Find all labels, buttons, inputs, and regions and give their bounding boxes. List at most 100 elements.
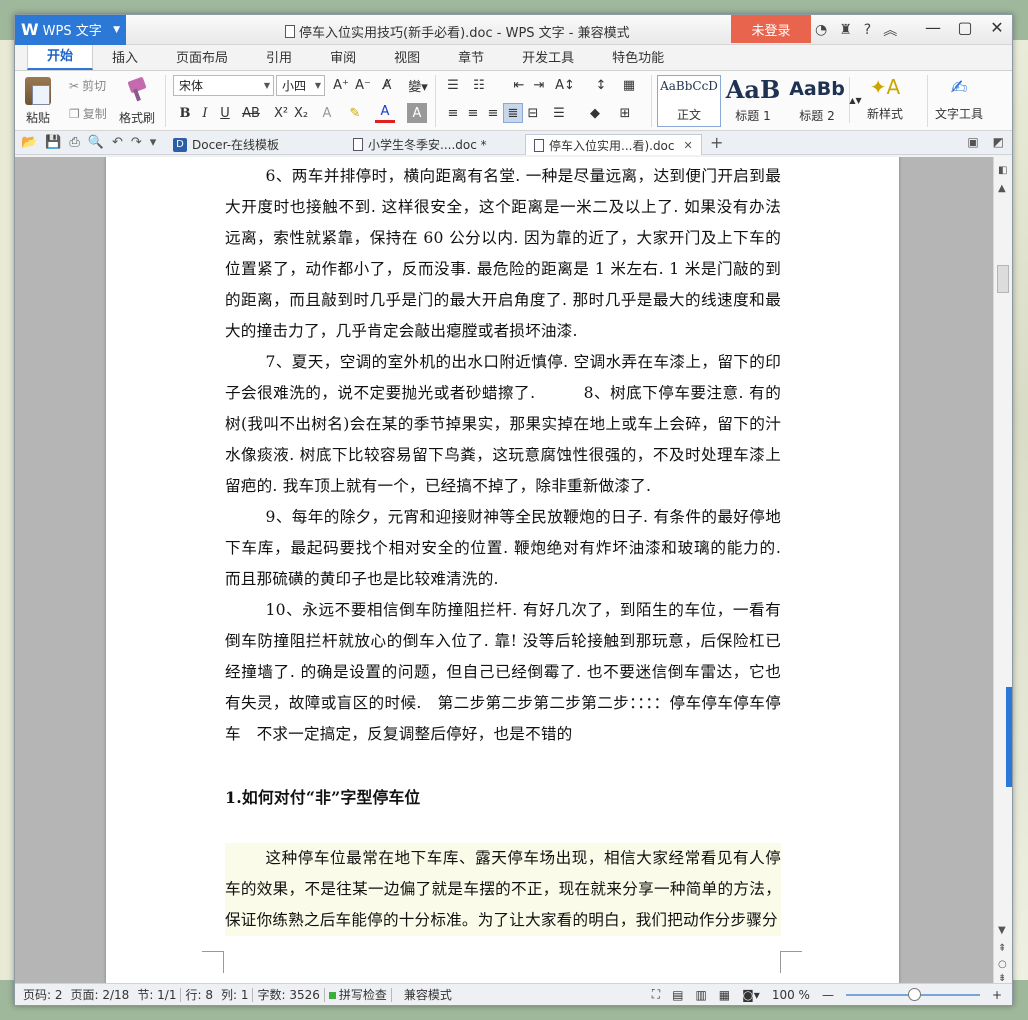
zoom-slider[interactable] (845, 987, 980, 1001)
app-menu-button[interactable]: W WPS 文字 ▼ (15, 15, 126, 45)
spell-check-toggle[interactable]: 拼写检查 (325, 986, 391, 1003)
paragraph-sort-icon[interactable]: ↕ (591, 75, 611, 95)
zoom-slider-knob[interactable] (907, 987, 921, 1001)
outline-view-icon[interactable]: ▥ (695, 988, 706, 1002)
tab-doc-parking[interactable]: 停车入位实用...看).doc ✕ (525, 134, 702, 155)
status-col[interactable]: 列: 1 (217, 986, 253, 1003)
shrink-font-icon[interactable]: A⁻ (353, 75, 373, 95)
align-center-icon[interactable]: ≡ (463, 103, 483, 123)
vertical-scrollbar[interactable]: ◧ ▲ ▼ ⇞ ○ ⇟ (993, 157, 1012, 985)
scroll-up-icon[interactable]: ▲ (998, 183, 1006, 194)
zoom-in-icon[interactable]: + (992, 988, 1002, 1002)
print-preview-icon[interactable]: 🔍 (88, 135, 104, 150)
status-section[interactable]: 节: 1/1 (133, 986, 180, 1003)
tab-list-icon[interactable]: ▣ (967, 135, 978, 149)
tab-docer[interactable]: D Docer-在线模板 (165, 134, 287, 155)
font-name-select[interactable]: 宋体 ▼ (173, 75, 274, 96)
paste-button[interactable]: 粘贴 (25, 77, 51, 126)
tool-icon[interactable]: ◧ (998, 165, 1007, 176)
border-icon[interactable]: ⊞ (615, 103, 635, 123)
fullscreen-icon[interactable]: ⛶ (652, 987, 660, 1002)
close-icon[interactable]: ✕ (988, 18, 1006, 37)
print-icon[interactable]: ⎙ (69, 135, 79, 150)
tab-references[interactable]: 引用 (247, 43, 311, 70)
section-heading: 1.如何对付“非”字型停车位 (225, 788, 421, 807)
strikethrough-icon[interactable]: AB (241, 103, 261, 123)
line-spacing-icon[interactable]: ☰ (549, 103, 569, 123)
new-style-button[interactable]: ✦A 新样式 (867, 75, 903, 122)
table-icon[interactable]: ▦ (619, 75, 639, 95)
style-heading-1[interactable]: AaB 标题 1 (723, 75, 783, 127)
style-heading-2[interactable]: AaBb 标题 2 (785, 75, 849, 127)
status-row[interactable]: 行: 8 (181, 986, 217, 1003)
style-normal[interactable]: AaBbCcD 正文 (657, 75, 721, 127)
increase-indent-icon[interactable]: ⇥ (529, 75, 549, 95)
qa-dropdown-icon[interactable]: ▾ (150, 135, 157, 150)
help-icon[interactable]: ? (864, 22, 871, 38)
prev-page-icon[interactable]: ⇞ (998, 943, 1006, 954)
tab-doc-safety[interactable]: 小学生冬季安....doc * (345, 134, 495, 155)
scroll-down-icon[interactable]: ▼ (998, 925, 1006, 936)
clear-format-icon[interactable]: A̸ (377, 75, 397, 95)
highlight-icon[interactable]: ✎ (345, 103, 365, 123)
superscript-icon[interactable]: X² (271, 103, 291, 123)
italic-icon[interactable]: I (195, 103, 215, 123)
redo-icon[interactable]: ↷ (131, 135, 142, 150)
styles-scroll-icon[interactable]: ▲▼ (849, 77, 862, 123)
document-body[interactable]: 6、两车并排停时，横向距离有名堂. 一种是尽量远离，达到便门开启到最大开度时也接… (225, 161, 781, 936)
bold-icon[interactable]: B (175, 103, 195, 123)
grow-font-icon[interactable]: A⁺ (331, 75, 351, 95)
status-page-number[interactable]: 页码: 2 (15, 986, 67, 1003)
tab-view[interactable]: 视图 (375, 43, 439, 70)
save-icon[interactable]: 💾 (45, 135, 61, 150)
side-panel-handle[interactable] (1006, 687, 1012, 787)
format-painter-button[interactable]: 格式刷 (119, 77, 155, 126)
login-button[interactable]: 未登录 (731, 15, 811, 43)
decrease-indent-icon[interactable]: ⇤ (509, 75, 529, 95)
scroll-thumb[interactable] (997, 265, 1009, 293)
zoom-out-icon[interactable]: — (822, 988, 834, 1002)
align-right-icon[interactable]: ≡ (483, 103, 503, 123)
web-view-icon[interactable]: ▦ (719, 988, 730, 1002)
pinyin-icon[interactable]: 變▾ (403, 75, 433, 95)
align-justify-icon[interactable]: ≣ (503, 103, 523, 123)
caret-down-icon: ▼ (113, 24, 120, 35)
open-icon[interactable]: 📂 (21, 135, 37, 150)
zoom-value[interactable]: 100 % (772, 988, 810, 1002)
bullet-list-icon[interactable]: ☰ (443, 75, 463, 95)
text-effect-icon[interactable]: A (317, 103, 337, 123)
tab-developer[interactable]: 开发工具 (503, 43, 593, 70)
shirt-icon[interactable]: ♜ (839, 22, 852, 38)
select-browse-icon[interactable]: ○ (998, 959, 1007, 970)
numbered-list-icon[interactable]: ☷ (469, 75, 489, 95)
tab-chapter[interactable]: 章节 (439, 43, 503, 70)
close-tab-icon[interactable]: ✕ (684, 139, 693, 152)
font-size-adjust-icon[interactable]: A↕ (555, 75, 575, 95)
page-view-icon[interactable]: ▤ (672, 988, 683, 1002)
tab-page-layout[interactable]: 页面布局 (157, 43, 247, 70)
minimize-icon[interactable]: — (924, 18, 942, 37)
char-shading-icon[interactable]: A (407, 103, 427, 123)
underline-icon[interactable]: U (215, 103, 235, 123)
distributed-icon[interactable]: ⊟ (523, 103, 543, 123)
skin-icon[interactable]: ◔ (815, 22, 827, 38)
reading-view-icon[interactable]: ◙▾ (742, 988, 760, 1002)
align-left-icon[interactable]: ≡ (443, 103, 463, 123)
tab-insert[interactable]: 插入 (93, 43, 157, 70)
copy-button[interactable]: ❐ 复制 (69, 105, 107, 122)
cut-button[interactable]: ✂ 剪切 (69, 77, 106, 94)
add-tab-icon[interactable]: + (710, 133, 723, 152)
subscript-icon[interactable]: X₂ (291, 103, 311, 123)
undo-icon[interactable]: ↶ (112, 135, 123, 150)
tab-review[interactable]: 审阅 (311, 43, 375, 70)
font-size-select[interactable]: 小四 ▼ (276, 75, 325, 96)
status-word-count[interactable]: 字数: 3526 (253, 986, 323, 1003)
status-pages[interactable]: 页面: 2/18 (67, 986, 134, 1003)
font-color-icon[interactable]: A (375, 103, 395, 123)
maximize-icon[interactable]: ▢ (956, 18, 974, 37)
text-tools-button[interactable]: ✍ 文字工具 (935, 75, 983, 122)
collapse-ribbon-icon[interactable]: ︽ (883, 20, 897, 40)
shading-icon[interactable]: ◆ (585, 103, 605, 123)
tab-special[interactable]: 特色功能 (593, 43, 683, 70)
tab-menu-icon[interactable]: ◩ (993, 135, 1004, 149)
